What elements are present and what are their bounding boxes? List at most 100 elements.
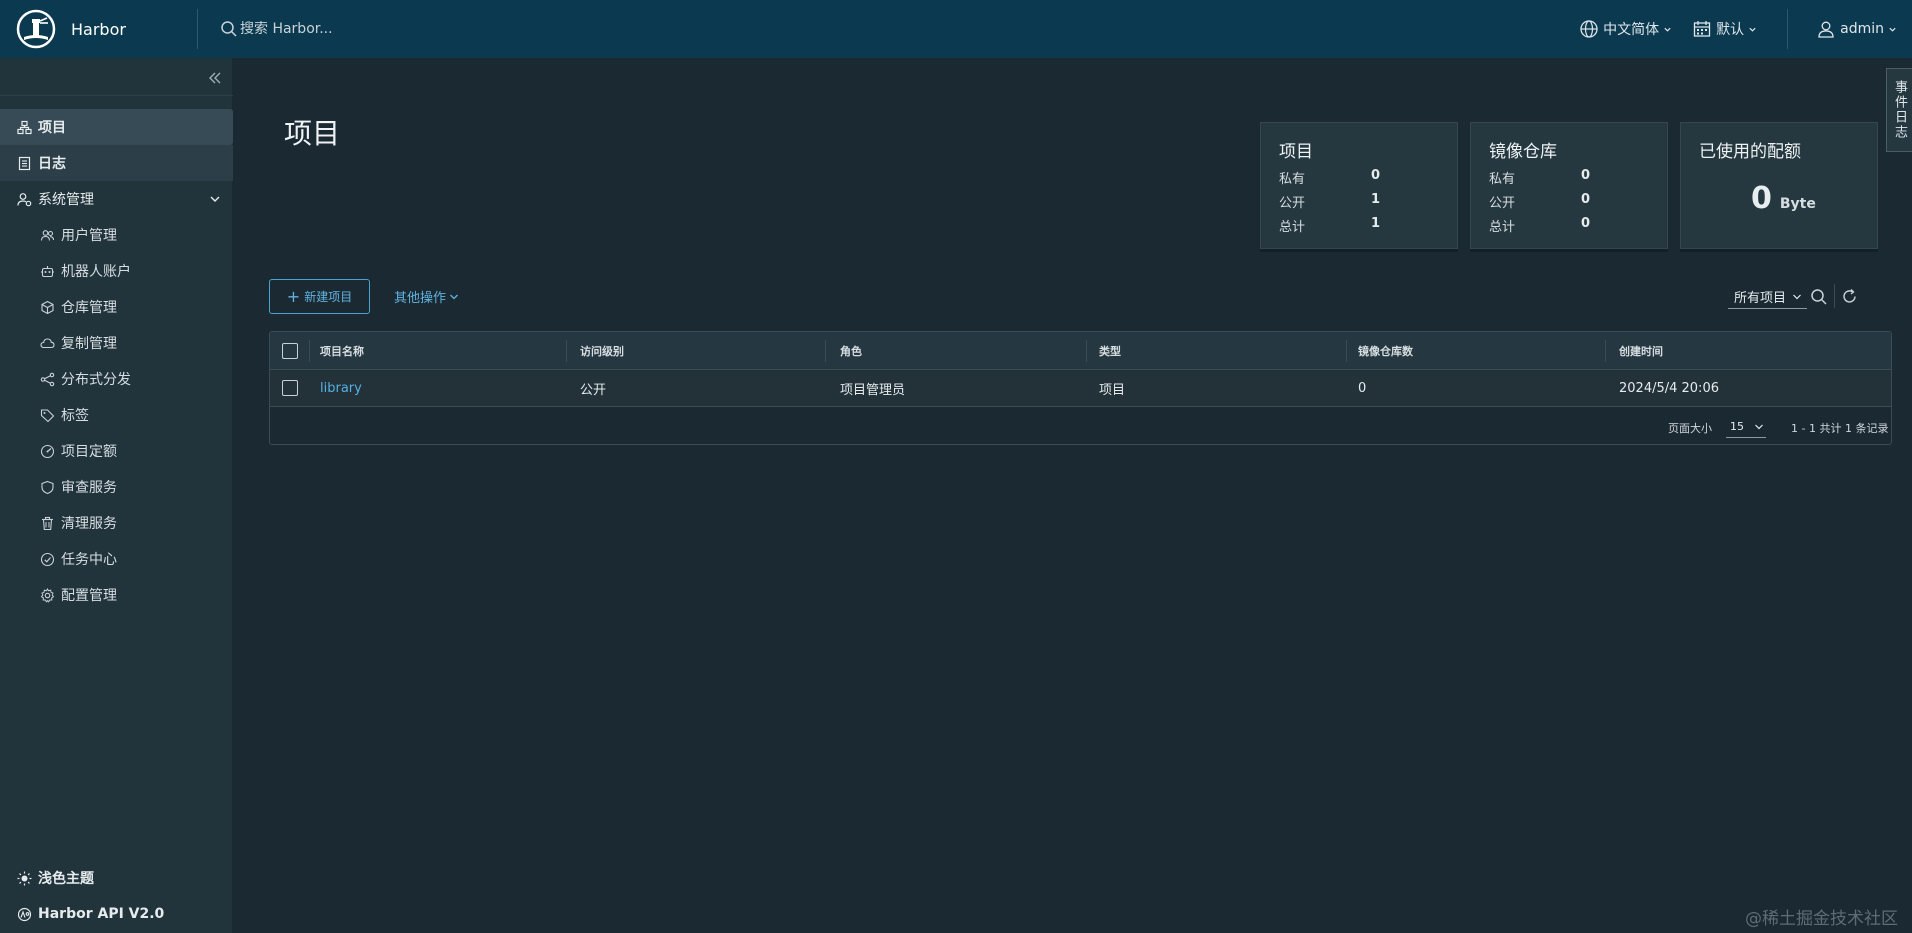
sidebar-item-label: 复制管理 bbox=[61, 336, 117, 352]
search-icon bbox=[220, 20, 238, 38]
header-divider bbox=[197, 9, 198, 49]
sidebar-item-logs[interactable]: 日志 bbox=[0, 145, 233, 181]
sidebar-item-distribution[interactable]: 分布式分发 bbox=[0, 361, 233, 397]
other-actions-dropdown[interactable]: 其他操作 bbox=[394, 279, 459, 314]
sidebar-item-projects[interactable]: 项目 bbox=[0, 109, 233, 145]
sidebar-item-users[interactable]: 用户管理 bbox=[0, 217, 233, 253]
role-cell: 项目管理员 bbox=[840, 382, 906, 398]
sidebar: 项目 日志 系统管理 用户管理 机器人账户 仓库管理 复制管理 分布式分发 标签… bbox=[0, 58, 233, 933]
card-row-value: 0 bbox=[1371, 168, 1381, 183]
sidebar-item-robot-accounts[interactable]: 机器人账户 bbox=[0, 253, 233, 289]
column-divider bbox=[1346, 340, 1347, 362]
type-cell: 项目 bbox=[1099, 382, 1126, 398]
refresh-icon[interactable] bbox=[1841, 288, 1858, 305]
search-icon[interactable] bbox=[1810, 288, 1828, 306]
tag-icon bbox=[40, 408, 61, 423]
page-size-label: 页面大小 bbox=[1668, 422, 1712, 435]
sidebar-item-project-quotas[interactable]: 项目定额 bbox=[0, 433, 233, 469]
api-link-label: Harbor API V2.0 bbox=[38, 906, 165, 922]
chevron-down-icon bbox=[1659, 25, 1672, 34]
chevron-down-icon bbox=[1884, 25, 1897, 34]
registry-icon bbox=[40, 300, 61, 315]
sidebar-item-job-service[interactable]: 任务中心 bbox=[0, 541, 233, 577]
card-title: 已使用的配额 bbox=[1699, 142, 1801, 162]
watermark: @稀土掘金技术社区 bbox=[1745, 909, 1898, 929]
sidebar-item-registries[interactable]: 仓库管理 bbox=[0, 289, 233, 325]
global-search[interactable] bbox=[220, 9, 820, 49]
pagination-summary: 1 - 1 共计 1 条记录 bbox=[1791, 422, 1889, 435]
sidebar-item-label: 配置管理 bbox=[61, 588, 117, 604]
header-right: 中文简体 默认 admin bbox=[1579, 0, 1912, 58]
column-header-name[interactable]: 项目名称 bbox=[320, 332, 364, 369]
shield-icon bbox=[40, 480, 61, 495]
api-link[interactable]: Harbor API V2.0 bbox=[0, 898, 233, 930]
projects-table: 项目名称 访问级别 角色 类型 镜像仓库数 创建时间 library 公开 项目… bbox=[269, 331, 1892, 445]
sidebar-item-labels[interactable]: 标签 bbox=[0, 397, 233, 433]
quota-unit: Byte bbox=[1779, 196, 1816, 212]
project-filter-select[interactable]: 所有项目 bbox=[1728, 285, 1807, 309]
sidebar-item-admin[interactable]: 系统管理 bbox=[0, 181, 233, 217]
repo-count-cell: 0 bbox=[1358, 380, 1367, 396]
brand[interactable]: Harbor bbox=[0, 0, 197, 58]
sidebar-item-label: 清理服务 bbox=[61, 516, 117, 532]
projects-summary-card: 项目 私有 0 公开 1 总计 1 bbox=[1260, 122, 1458, 249]
column-header-repo-count[interactable]: 镜像仓库数 bbox=[1358, 332, 1413, 369]
sidebar-item-label: 标签 bbox=[61, 408, 89, 424]
sidebar-divider bbox=[0, 95, 233, 96]
sidebar-item-clean-up[interactable]: 清理服务 bbox=[0, 505, 233, 541]
repositories-summary-card: 镜像仓库 私有 0 公开 0 总计 0 bbox=[1470, 122, 1668, 249]
new-project-label: 新建项目 bbox=[304, 290, 353, 304]
new-project-button[interactable]: + 新建项目 bbox=[269, 279, 370, 314]
chevron-down-icon bbox=[1744, 25, 1757, 34]
sidebar-item-label: 用户管理 bbox=[61, 228, 117, 244]
project-name-link[interactable]: library bbox=[320, 370, 362, 406]
trash-icon bbox=[40, 516, 61, 531]
column-header-type[interactable]: 类型 bbox=[1099, 332, 1121, 369]
users-icon bbox=[40, 228, 61, 243]
column-divider bbox=[1605, 340, 1606, 362]
calendar-icon bbox=[1692, 19, 1716, 39]
select-all-cell bbox=[282, 332, 298, 369]
sidebar-item-replications[interactable]: 复制管理 bbox=[0, 325, 233, 361]
plus-icon: + bbox=[286, 286, 301, 306]
sidebar-item-label: 仓库管理 bbox=[61, 300, 117, 316]
date-format-label: 默认 bbox=[1716, 22, 1745, 38]
page-title: 项目 bbox=[284, 117, 341, 150]
chevron-down-icon bbox=[209, 193, 221, 205]
select-all-checkbox[interactable] bbox=[282, 342, 298, 359]
card-row-label: 总计 bbox=[1279, 220, 1306, 235]
table-row: library 公开 项目管理员 项目 0 2024/5/4 20:06 bbox=[270, 370, 1891, 407]
date-format-selector[interactable]: 默认 bbox=[1692, 19, 1757, 39]
sidebar-item-label: 项目定额 bbox=[61, 444, 117, 460]
sidebar-item-interrogation-services[interactable]: 审查服务 bbox=[0, 469, 233, 505]
globe-icon bbox=[1579, 19, 1603, 39]
sidebar-item-label: 机器人账户 bbox=[61, 264, 131, 280]
table-header: 项目名称 访问级别 角色 类型 镜像仓库数 创建时间 bbox=[270, 332, 1891, 370]
event-log-label: 事件日志 bbox=[1892, 80, 1907, 140]
theme-toggle[interactable]: 浅色主题 bbox=[0, 862, 233, 894]
column-header-access-level[interactable]: 访问级别 bbox=[580, 332, 624, 369]
card-row-value: 1 bbox=[1371, 216, 1381, 231]
event-log-tab[interactable]: 事件日志 bbox=[1886, 68, 1912, 152]
page-size-value: 15 bbox=[1730, 420, 1744, 433]
column-header-role[interactable]: 角色 bbox=[840, 332, 862, 369]
collapse-sidebar-icon[interactable] bbox=[207, 70, 223, 86]
language-selector[interactable]: 中文简体 bbox=[1579, 19, 1672, 39]
page-size-select[interactable]: 15 bbox=[1726, 416, 1766, 438]
search-input[interactable] bbox=[240, 21, 640, 37]
header-divider bbox=[1787, 9, 1789, 49]
other-actions-label: 其他操作 bbox=[394, 291, 447, 306]
chevron-down-icon bbox=[1744, 422, 1764, 432]
card-row-label: 总计 bbox=[1489, 220, 1516, 235]
quota-value: 0 bbox=[1751, 181, 1772, 216]
quota-icon bbox=[40, 444, 61, 459]
column-header-creation-time[interactable]: 创建时间 bbox=[1619, 332, 1663, 369]
sun-icon bbox=[17, 871, 38, 886]
creation-time-cell: 2024/5/4 20:06 bbox=[1619, 380, 1719, 396]
admin-icon bbox=[17, 192, 38, 207]
user-menu[interactable]: admin bbox=[1816, 19, 1897, 39]
row-checkbox[interactable] bbox=[282, 380, 298, 396]
user-icon bbox=[1816, 19, 1840, 39]
card-title: 项目 bbox=[1279, 142, 1313, 162]
sidebar-item-configuration[interactable]: 配置管理 bbox=[0, 577, 233, 613]
